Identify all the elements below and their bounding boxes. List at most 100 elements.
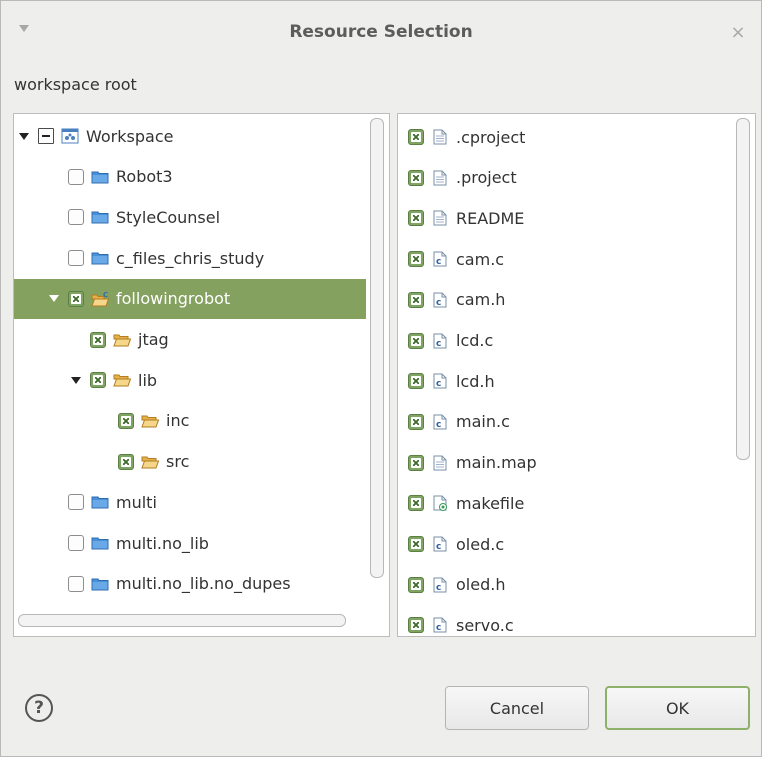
tree-item[interactable]: inc: [14, 401, 366, 441]
file-item-label: cam.c: [456, 249, 505, 269]
file-item[interactable]: c lcd.h: [398, 361, 732, 401]
file-item[interactable]: main.map: [398, 443, 732, 483]
text-file-icon: [431, 210, 449, 226]
tree-checkbox[interactable]: [90, 372, 106, 389]
expand-arrow-icon[interactable]: [18, 130, 30, 142]
project-closed-icon: [91, 250, 109, 266]
tree-checkbox[interactable]: [38, 128, 54, 144]
text-file-icon: [431, 170, 449, 186]
svg-text:c: c: [436, 542, 441, 552]
file-checkbox[interactable]: [408, 129, 424, 145]
tree-checkbox[interactable]: [68, 290, 84, 307]
c-source-file-icon: c: [431, 333, 449, 349]
file-checkbox[interactable]: [408, 210, 424, 227]
tree-item-label: c_files_chris_study: [116, 248, 265, 268]
c-source-file-icon: c: [431, 617, 449, 633]
tree-item[interactable]: multi.no_lib: [14, 523, 366, 563]
file-item[interactable]: c cam.h: [398, 280, 732, 320]
svg-text:c: c: [436, 298, 441, 308]
folder-open-icon: [141, 413, 160, 429]
file-checkbox[interactable]: [408, 617, 424, 634]
folder-open-icon: [113, 372, 132, 388]
close-button[interactable]: ×: [727, 21, 749, 43]
file-item[interactable]: .project: [398, 158, 732, 198]
file-item[interactable]: c oled.c: [398, 524, 732, 564]
tree-item-label: Workspace: [86, 126, 174, 146]
file-item-label: README: [456, 208, 525, 228]
tree-item-label: multi.no_lib: [116, 533, 209, 553]
tree-item[interactable]: jtag: [14, 320, 366, 360]
file-item[interactable]: c cam.c: [398, 239, 732, 279]
file-item-label: main.c: [456, 412, 510, 432]
tree-checkbox[interactable]: [68, 535, 84, 551]
tree-item[interactable]: StyleCounsel: [14, 197, 366, 237]
project-closed-icon: [91, 209, 109, 225]
tree-item[interactable]: multi.no_lib.no_dupes: [14, 564, 366, 604]
file-item[interactable]: makefile: [398, 483, 732, 523]
tree-checkbox[interactable]: [118, 412, 134, 429]
svg-text:C: C: [103, 291, 108, 299]
tree-item[interactable]: Cfollowingrobot: [14, 278, 366, 319]
tree-horizontal-scrollbar[interactable]: [18, 614, 346, 627]
title-bar: Resource Selection ×: [1, 1, 761, 63]
window-menu-button[interactable]: [15, 19, 33, 37]
c-source-file-icon: c: [431, 373, 449, 389]
file-list-panel[interactable]: .cproject .project README c cam.c c cam.h c lcd.…: [397, 113, 756, 637]
file-item[interactable]: .cproject: [398, 117, 732, 157]
ok-button[interactable]: OK: [605, 686, 750, 730]
svg-text:c: c: [436, 583, 441, 593]
folder-open-icon: [113, 332, 132, 348]
tree-vertical-scrollbar[interactable]: [370, 118, 384, 578]
file-vertical-scrollbar[interactable]: [736, 118, 750, 460]
tree-item[interactable]: c_files_chris_study: [14, 238, 366, 278]
tree-checkbox[interactable]: [68, 250, 84, 267]
file-checkbox[interactable]: [408, 332, 424, 349]
close-icon: ×: [730, 21, 746, 43]
file-item[interactable]: c lcd.c: [398, 321, 732, 361]
file-item-label: lcd.c: [456, 331, 494, 350]
tree-checkbox[interactable]: [90, 331, 106, 348]
expand-arrow-icon[interactable]: [48, 293, 60, 305]
file-checkbox[interactable]: [408, 169, 424, 186]
file-item-label: servo.c: [456, 615, 514, 635]
tree-item[interactable]: lib: [14, 360, 366, 400]
project-closed-icon: [91, 494, 109, 510]
text-file-icon: [431, 129, 449, 145]
resource-selection-dialog: Resource Selection × workspace root Work…: [0, 0, 762, 757]
file-item[interactable]: README: [398, 198, 732, 238]
tree-item[interactable]: Workspace: [14, 116, 366, 156]
tree-checkbox[interactable]: [68, 209, 84, 226]
file-checkbox[interactable]: [408, 454, 424, 471]
folder-tree-panel[interactable]: Workspace Robot3 StyleCounsel c_files_chris…: [13, 113, 390, 637]
svg-text:c: c: [436, 379, 441, 389]
file-item[interactable]: c main.c: [398, 402, 732, 442]
file-item[interactable]: c oled.h: [398, 565, 732, 605]
file-checkbox[interactable]: [408, 576, 424, 593]
help-button[interactable]: ?: [25, 694, 53, 722]
tree-item-label: StyleCounsel: [116, 207, 221, 227]
svg-text:c: c: [436, 420, 441, 430]
file-item-label: cam.h: [456, 290, 506, 310]
expand-arrow-icon[interactable]: [70, 374, 82, 386]
file-item-label: oled.h: [456, 575, 506, 595]
c-source-file-icon: c: [431, 536, 449, 552]
tree-checkbox[interactable]: [118, 453, 134, 470]
file-item[interactable]: c servo.c: [398, 605, 732, 636]
tree-item-label: inc: [166, 411, 190, 431]
tree-item-label: followingrobot: [116, 289, 231, 309]
tree-item[interactable]: src: [14, 442, 366, 482]
file-checkbox[interactable]: [408, 251, 424, 268]
tree-checkbox[interactable]: [68, 168, 84, 185]
tree-checkbox[interactable]: [68, 575, 84, 592]
file-checkbox[interactable]: [408, 373, 424, 390]
file-checkbox[interactable]: [408, 291, 424, 308]
tree-item[interactable]: multi: [14, 482, 366, 522]
file-checkbox[interactable]: [408, 413, 424, 430]
tree-checkbox[interactable]: [68, 494, 84, 511]
tree-item[interactable]: Robot3: [14, 157, 366, 197]
file-checkbox[interactable]: [408, 536, 424, 552]
cancel-button[interactable]: Cancel: [445, 686, 589, 730]
folder-open-icon: [141, 454, 160, 470]
file-checkbox[interactable]: [408, 495, 424, 512]
c-project-open-icon: C: [91, 291, 110, 307]
